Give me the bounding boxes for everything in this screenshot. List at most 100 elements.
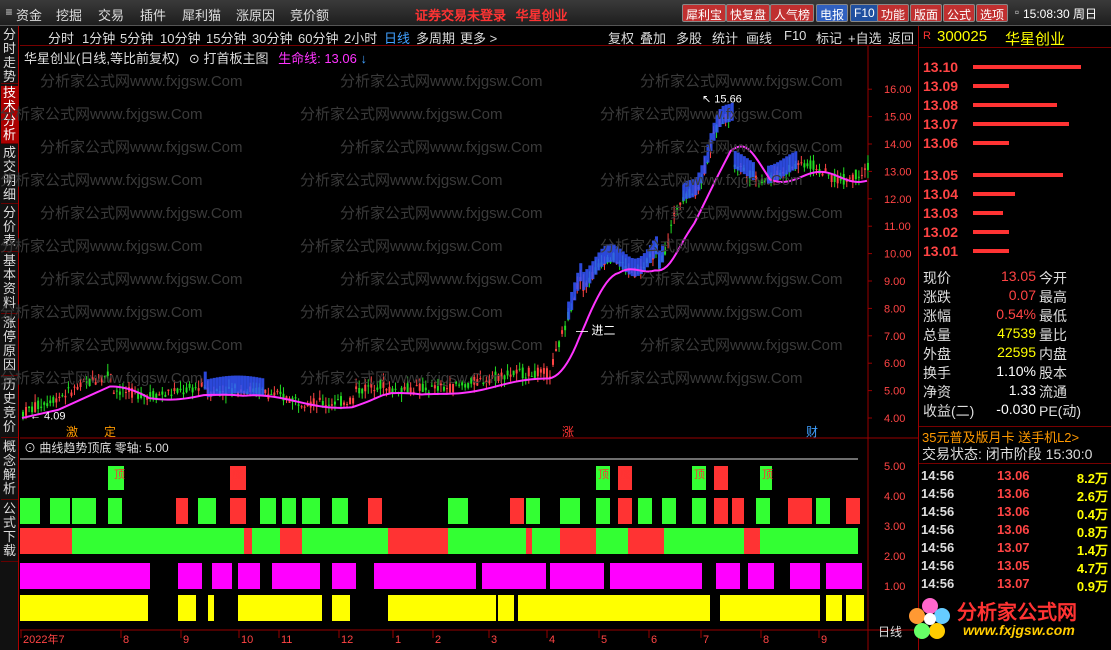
candle [158, 394, 161, 396]
period-intraday[interactable]: 分时 [48, 28, 74, 47]
promo-link[interactable]: 35元普及版月卡 送手机L2> [919, 426, 1111, 445]
trend-band [255, 377, 259, 396]
trend-band [218, 376, 222, 395]
options-button[interactable]: 选项 [976, 4, 1009, 22]
menu-item-trade[interactable]: 交易 [98, 5, 124, 24]
ask-price: 13.08 [923, 97, 959, 113]
overlay-button[interactable]: 叠加 [640, 28, 666, 47]
tab-formula-dl[interactable]: 公式下载 [1, 502, 18, 562]
indicator-bar [618, 498, 632, 524]
add-watchlist-button[interactable]: +自选 [848, 28, 882, 47]
popularity-button[interactable]: 人气榜 [770, 4, 815, 22]
indicator-bar [282, 498, 296, 524]
bid-row[interactable]: 13.01 [919, 242, 1111, 260]
quote-value: 13.05 [1000, 268, 1036, 284]
x-axis-labels: 2022年7 8 9 10 11 12 1 2 3 4 5 6 7 8 9日线 [20, 625, 902, 646]
period-5min[interactable]: 5分钟 [120, 28, 153, 47]
bid-row[interactable]: 13.03 [919, 204, 1111, 222]
candle [821, 173, 824, 176]
xilibao-button[interactable]: 犀利宝 [682, 4, 727, 22]
formula-button[interactable]: 公式 [943, 4, 976, 22]
trend-band [773, 163, 777, 182]
menu-item-reason[interactable]: 涨原因 [236, 5, 275, 24]
quote-value: 1.10% [996, 363, 1036, 379]
quote-label-2: 量比 [1039, 327, 1067, 343]
tick-row: 14:56 13.06 0.8万 [919, 522, 1111, 540]
tab-concept[interactable]: 概念解析 [1, 440, 18, 500]
menu-item-xilimao[interactable]: 犀利猫 [182, 5, 221, 24]
period-30min[interactable]: 30分钟 [252, 28, 292, 47]
candle [176, 388, 179, 393]
tab-auction[interactable]: 历史竞价 [1, 378, 18, 438]
ask-row[interactable]: 13.07 [919, 115, 1111, 133]
candle [82, 380, 85, 382]
tick-row: 14:56 13.07 1.4万 [919, 540, 1111, 558]
mark-button[interactable]: 标记 [816, 28, 842, 47]
back-button[interactable]: 返回 [888, 28, 914, 47]
period-1min[interactable]: 1分钟 [82, 28, 115, 47]
bid-row[interactable]: 13.04 [919, 185, 1111, 203]
tab-price-table[interactable]: 分价表 [1, 206, 18, 252]
tab-limit-reason[interactable]: 涨停原因 [1, 316, 18, 376]
bid-row[interactable]: 13.05 [919, 166, 1111, 184]
period-more[interactable]: 更多 > [460, 28, 497, 47]
ask-row[interactable]: 13.08 [919, 96, 1111, 114]
toolbar-f10-button[interactable]: F10 [784, 28, 806, 43]
trend-band [618, 248, 622, 267]
menu-item-auction[interactable]: 竞价额 [290, 5, 329, 24]
layout-button[interactable]: 版面 [910, 4, 943, 22]
tab-basic-info[interactable]: 基本资料 [1, 254, 18, 314]
statistics-button[interactable]: 统计 [712, 28, 738, 47]
menu-item-funds[interactable]: 资金 [16, 5, 42, 24]
draw-line-button[interactable]: 画线 [746, 28, 772, 47]
trend-band [791, 152, 795, 171]
period-60min[interactable]: 60分钟 [298, 28, 338, 47]
candle [179, 388, 182, 391]
tab-intraday[interactable]: 分时走势 [1, 28, 18, 84]
low-price-label: ← 4.09 [30, 411, 65, 423]
chart-canvas[interactable]: 16.0015.0014.0013.0012.0011.0010.009.008… [20, 46, 918, 650]
x-tick-label: 9 [183, 634, 189, 646]
function-button[interactable]: 功能 [877, 4, 910, 22]
period-daily[interactable]: 日线 [384, 28, 410, 47]
candle [552, 359, 554, 365]
trend-band [209, 378, 213, 397]
quote-label: 总量 [923, 327, 951, 343]
candle [336, 399, 339, 401]
candle [497, 374, 500, 381]
sub-top-marker: 顶 [762, 468, 773, 481]
candle [515, 369, 518, 374]
tab-trade-detail[interactable]: 成交明细 [1, 146, 18, 204]
ask-row[interactable]: 13.06 [919, 134, 1111, 152]
candle [152, 391, 155, 399]
period-15min[interactable]: 15分钟 [206, 28, 246, 47]
x-tick-label: 9 [821, 634, 827, 646]
trend-band [697, 172, 701, 191]
candle [191, 387, 194, 393]
tab-technical[interactable]: 技术分析 [1, 86, 18, 144]
ask-row[interactable]: 13.10 [919, 58, 1111, 76]
indicator-bar [748, 563, 774, 589]
tick-price: 13.07 [997, 540, 1030, 555]
menu-item-mining[interactable]: 挖掘 [56, 5, 82, 24]
period-toolbar: 分时 1分钟 5分钟 10分钟 15分钟 30分钟 60分钟 2小时 日线 多周… [20, 26, 917, 46]
menu-item-plugins[interactable]: 插件 [140, 5, 166, 24]
bid-row[interactable]: 13.02 [919, 223, 1111, 241]
f10-button[interactable]: F10 [850, 4, 879, 22]
trend-band [645, 249, 649, 268]
adjust-button[interactable]: 复权 [608, 28, 634, 47]
candle [270, 393, 273, 395]
multi-stock-button[interactable]: 多股 [676, 28, 702, 47]
period-2hour[interactable]: 2小时 [344, 28, 377, 47]
indicator-bar [388, 595, 496, 621]
ask-row[interactable]: 13.09 [919, 77, 1111, 95]
indicator-bar [482, 563, 546, 589]
quick-review-button[interactable]: 快复盘 [726, 4, 771, 22]
telegraph-button[interactable]: 电报 [816, 4, 849, 22]
candle [173, 388, 176, 392]
quote-value: -0.030 [996, 401, 1036, 417]
indicator-bar [714, 498, 728, 524]
y-tick-label: 13.00 [884, 166, 912, 178]
period-10min[interactable]: 10分钟 [160, 28, 200, 47]
period-multi[interactable]: 多周期 [416, 28, 455, 47]
